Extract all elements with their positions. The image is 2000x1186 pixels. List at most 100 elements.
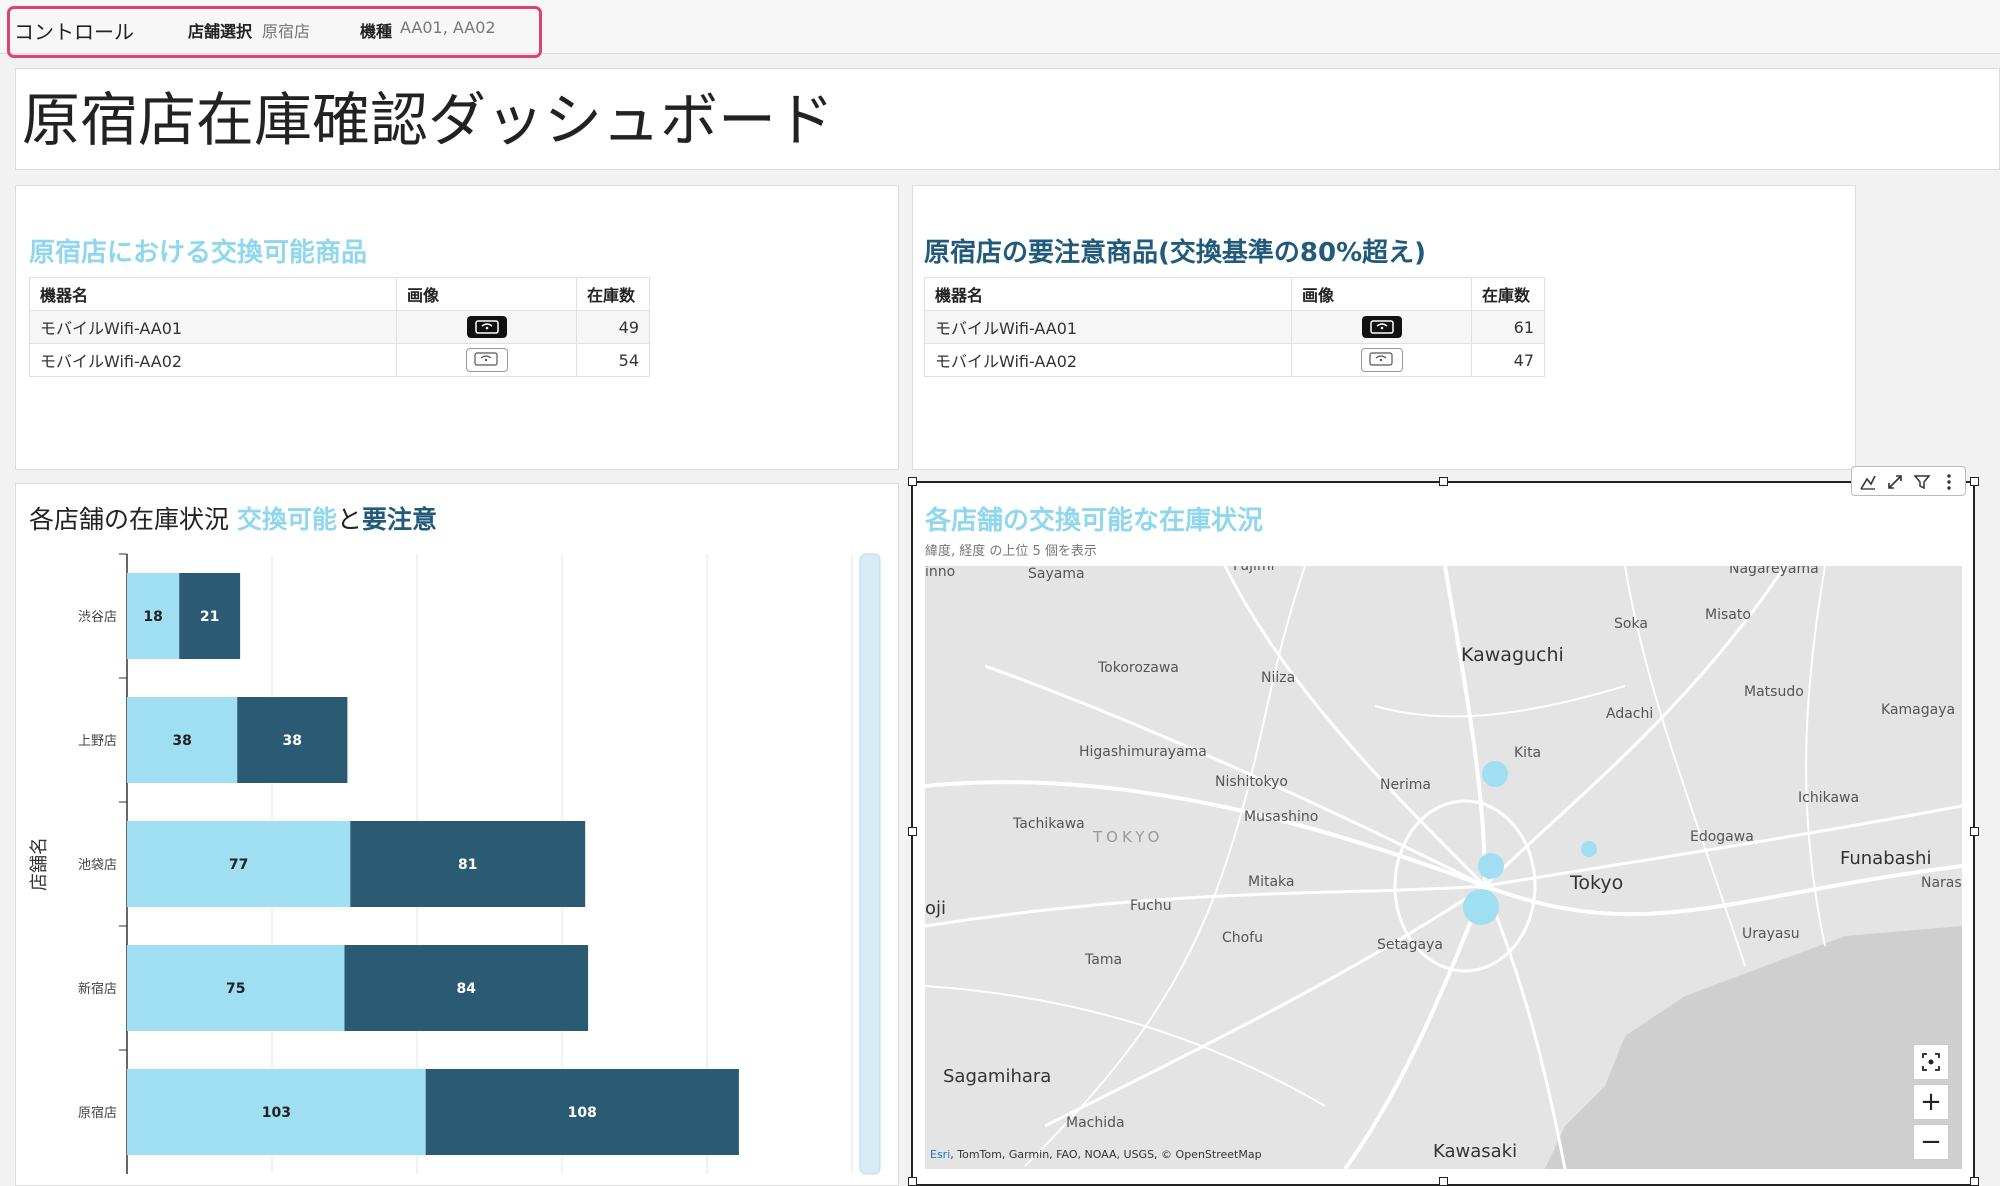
map-label: Tama	[1085, 952, 1123, 968]
map-roads	[925, 566, 1962, 1169]
column-header-image[interactable]: 画像	[1291, 277, 1472, 311]
stock-count: 54	[576, 343, 650, 377]
chart-insights-icon[interactable]	[1858, 472, 1878, 492]
category-label: 上野店	[78, 734, 117, 749]
stock-count: 47	[1471, 343, 1545, 377]
stock-count: 61	[1471, 310, 1545, 344]
map-label: Urayasu	[1742, 926, 1800, 942]
focus-icon	[1922, 1053, 1940, 1071]
chart-title-series1: 交換可能	[236, 505, 337, 534]
map-subtitle: 緯度, 経度 の上位 5 個を表示	[925, 544, 1097, 559]
device-name: モバイルWifi-AA02	[924, 343, 1292, 377]
device-name: モバイルWifi-AA02	[29, 343, 397, 377]
stock-count: 49	[576, 310, 650, 344]
map-label: Tokyo	[1570, 872, 1624, 894]
map-label: Sayama	[1028, 566, 1085, 582]
category-label: 池袋店	[78, 858, 117, 873]
router-light-icon	[465, 348, 508, 372]
map-label: Setagaya	[1377, 937, 1443, 953]
data-label: 75	[226, 981, 245, 997]
store-select-value[interactable]: 原宿店	[262, 18, 310, 42]
map-label: Kita	[1514, 745, 1542, 761]
map-label: Matsudo	[1744, 684, 1804, 700]
map-label: Narash	[1921, 875, 1962, 891]
model-select-label[interactable]: 機種	[360, 18, 392, 42]
chart-scrollbar	[859, 553, 881, 1175]
resize-handle[interactable]	[908, 1177, 917, 1186]
router-dark-icon	[466, 316, 507, 338]
zoom-in-button[interactable]: +	[1913, 1084, 1949, 1120]
map-label: Funabashi	[1840, 848, 1932, 869]
map-label: Higashimurayama	[1079, 744, 1207, 760]
table-row[interactable]: モバイルWifi-AA01 49	[29, 310, 650, 344]
column-header-device[interactable]: 機器名	[924, 277, 1292, 311]
store-select-label[interactable]: 店舗選択	[188, 18, 252, 42]
expand-icon[interactable]	[1885, 472, 1905, 492]
attribution-text: , TomTom, Garmin, FAO, NOAA, USGS, © Ope…	[950, 1148, 1262, 1161]
chart-title-series2: 要注意	[361, 505, 437, 534]
filter-icon[interactable]	[1912, 472, 1932, 492]
map-label: Adachi	[1606, 706, 1654, 722]
locate-button[interactable]	[1913, 1044, 1949, 1080]
map-label: inno	[925, 566, 956, 580]
controls-label[interactable]: コントロール	[14, 16, 134, 45]
table-row[interactable]: モバイルWifi-AA01 61	[924, 310, 1545, 344]
chart-title-prefix: 各店舗の在庫状況	[29, 505, 237, 534]
map-label: TOKYO	[1093, 828, 1164, 846]
map-label: Fuchu	[1130, 898, 1172, 914]
model-select-value[interactable]: AA01, AA02	[400, 18, 496, 37]
resize-handle[interactable]	[1439, 477, 1448, 486]
caution-table: 機器名 画像 在庫数 モバイルWifi-AA01 61 モバイルWifi-AA0…	[924, 277, 1545, 377]
chart-title-join: と	[336, 505, 362, 534]
column-header-stock[interactable]: 在庫数	[576, 277, 650, 311]
map-label: Kamagaya	[1881, 702, 1956, 718]
map-label: Kawaguchi	[1461, 644, 1564, 666]
data-label: 18	[143, 609, 162, 625]
resize-handle[interactable]	[908, 827, 917, 836]
map-attribution: Esri, TomTom, Garmin, FAO, NOAA, USGS, ©…	[930, 1148, 1262, 1161]
esri-link[interactable]: Esri	[930, 1148, 950, 1161]
router-light-icon	[1360, 348, 1403, 372]
resize-handle[interactable]	[1970, 477, 1979, 486]
resize-handle[interactable]	[1970, 827, 1979, 836]
zoom-out-button[interactable]: −	[1913, 1124, 1949, 1160]
map-label: Mitaka	[1248, 874, 1295, 890]
exchangeable-table-title: 原宿店における交換可能商品	[29, 238, 368, 268]
table-row[interactable]: モバイルWifi-AA02 47	[924, 343, 1545, 377]
map-label: Edogawa	[1690, 829, 1754, 845]
map-canvas[interactable]: inno Sayama Fujimi Nagareyama Soka Misat…	[925, 566, 1962, 1169]
visual-toolbar	[1851, 466, 1966, 496]
map-label: Chofu	[1222, 930, 1264, 946]
map-label: Misato	[1705, 607, 1751, 623]
dashboard-title: 原宿店在庫確認ダッシュボード	[22, 86, 835, 154]
table-row[interactable]: モバイルWifi-AA02 54	[29, 343, 650, 377]
data-label: 38	[172, 733, 191, 749]
data-label: 21	[200, 609, 219, 625]
column-header-stock[interactable]: 在庫数	[1471, 277, 1545, 311]
category-label: 新宿店	[78, 981, 117, 997]
map-label: Machida	[1066, 1115, 1125, 1131]
map-label: Nerima	[1380, 777, 1431, 793]
caution-table-title: 原宿店の要注意商品(交換基準の80%超え)	[924, 238, 1426, 268]
device-name: モバイルWifi-AA01	[924, 310, 1292, 344]
data-label: 84	[457, 981, 477, 997]
resize-handle[interactable]	[1439, 1177, 1448, 1186]
data-label: 108	[568, 1105, 597, 1121]
stock-bar-chart: 店舗名 渋谷店 18 21 上野店 38 38 池袋店 77 81 新宿店 75 84 原宿店 103 108	[29, 553, 881, 1175]
category-label: 原宿店	[78, 1105, 117, 1121]
map-title: 各店舗の交換可能な在庫状況	[925, 506, 1264, 536]
map-label: Niiza	[1261, 670, 1296, 686]
resize-handle[interactable]	[1970, 1177, 1979, 1186]
more-options-icon[interactable]	[1939, 472, 1959, 492]
map-label: Musashino	[1244, 809, 1319, 825]
column-header-device[interactable]: 機器名	[29, 277, 397, 311]
map-label: Fujimi	[1233, 566, 1275, 574]
map-label: Nagareyama	[1729, 566, 1819, 577]
column-header-image[interactable]: 画像	[396, 277, 577, 311]
map-label: Tokorozawa	[1098, 660, 1179, 676]
device-name: モバイルWifi-AA01	[29, 310, 397, 344]
data-label: 77	[229, 857, 248, 873]
category-label: 渋谷店	[78, 610, 117, 625]
map-label: Sagamihara	[943, 1066, 1052, 1087]
resize-handle[interactable]	[908, 477, 917, 486]
